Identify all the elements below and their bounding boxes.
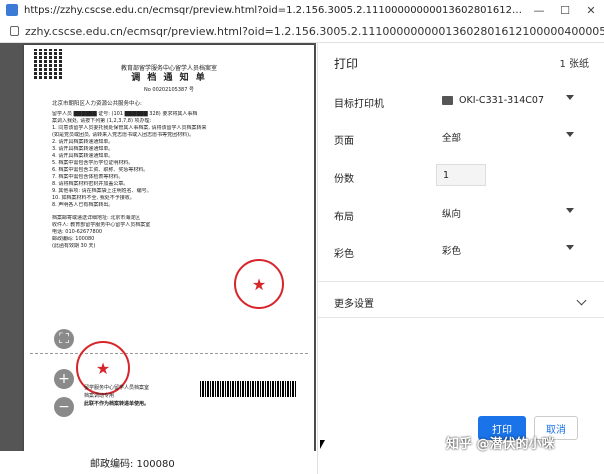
fit-to-page-button[interactable]: ⛶ — [54, 329, 74, 349]
body-line: 7. 档案中需包含体检表等材料。 — [52, 174, 124, 180]
body-line: 4. 请开具档案转递通知单。 — [52, 153, 114, 159]
body-line: 9. 其他事项: 请在档案袋上注明姓名、编号。 — [52, 188, 152, 194]
layout-select[interactable]: 纵向 — [436, 202, 580, 224]
color-value: 彩色 — [442, 246, 462, 257]
official-stamp: ★ — [234, 259, 284, 309]
contact-line: (此函有效期 30 天) — [52, 243, 96, 249]
body-line: 1. 同意该留学人员委托我处保管其人事档案, 请将该留学人员档案转来 — [52, 125, 207, 131]
footer-line: 档案调动专用 — [84, 393, 115, 399]
url-text[interactable]: zzhy.cscse.edu.cn/ecmsqr/preview.html?oi… — [25, 25, 604, 38]
document-title: 调 档 通 知 单 — [131, 73, 207, 83]
document-number: No 00202105387 号 — [144, 87, 194, 93]
body-line: (如是党员或团员, 请转来入党志愿书或入团志愿书等党团材料)。 — [52, 132, 195, 138]
watermark-text: 知乎 @潜伏的小咪 — [446, 437, 555, 452]
chevron-down-icon — [566, 95, 574, 100]
contact-line: 档案邮寄或递送详细地址: 北京市海淀区 — [52, 215, 141, 221]
document-addressee: 北京市朝阳区人力资源公共服务中心: — [52, 101, 142, 107]
chevron-down-icon — [566, 208, 574, 213]
contact-line: 邮政编码: 100080 — [52, 236, 95, 242]
body-line: 2. 请开具档案转递通知单。 — [52, 139, 114, 145]
contact-line: 收件人: 教育部留学服务中心留学人员档案室 — [52, 222, 151, 228]
body-line: 留学人员 ██████ 证号: (101 ██████ 328) 要求将其人事档 — [52, 111, 198, 117]
body-line: 5. 档案中需包含学历学位证明材料。 — [52, 160, 134, 166]
window-title: https://zzhy.cscse.edu.cn/ecmsqr/preview… — [24, 4, 526, 16]
pages-value: 全部 — [442, 133, 462, 144]
color-select[interactable]: 彩色 — [436, 239, 580, 261]
zoom-out-button[interactable]: − — [54, 397, 74, 417]
preview-area[interactable]: 教育部留学服务中心留学人员档案室 调 档 通 知 单 No 0020210538… — [0, 43, 316, 474]
pages-label: 页面 — [334, 136, 354, 147]
chevron-down-icon — [566, 132, 574, 137]
barcode-icon — [200, 381, 296, 397]
body-line: 案调入我处, 请按下列第 (1,2,3,7,8) 项办理: — [52, 118, 152, 124]
minimize-icon[interactable]: — — [526, 0, 552, 20]
print-settings-panel: 打印 1 张纸 目标打印机 OKI-C331-314C07 页面 全部 份数 1… — [317, 43, 604, 474]
divider — [318, 281, 604, 282]
document-body: 留学人员 ██████ 证号: (101 ██████ 328) 要求将其人事档… — [52, 111, 292, 250]
destination-value: OKI-C331-314C07 — [459, 94, 544, 106]
destination-label: 目标打印机 — [334, 99, 384, 110]
document-organization: 教育部留学服务中心留学人员档案室 — [120, 65, 217, 72]
copies-label: 份数 — [334, 174, 354, 185]
layout-label: 布局 — [334, 212, 354, 223]
print-preview-window: https://zzhy.cscse.edu.cn/ecmsqr/preview… — [0, 0, 604, 474]
layout-value: 纵向 — [442, 209, 462, 220]
body-line: 8. 请将档案材料密封并加盖公章。 — [52, 181, 129, 187]
chevron-down-icon[interactable] — [576, 295, 587, 306]
body-line: 10. 如档案材料不全, 我处不予接收。 — [52, 195, 135, 201]
zoom-in-button[interactable]: + — [54, 369, 74, 389]
mouse-cursor-icon — [320, 440, 325, 449]
divider — [318, 317, 604, 318]
color-label: 彩色 — [334, 249, 354, 260]
page-icon — [6, 4, 18, 16]
footer-line: 此联不作为档案转递单使用。 — [84, 401, 150, 407]
sheet-count: 1 张纸 — [559, 59, 589, 70]
cut-line — [30, 353, 308, 354]
copies-input[interactable]: 1 — [436, 164, 486, 186]
maximize-icon[interactable]: ☐ — [552, 0, 578, 20]
pages-select[interactable]: 全部 — [436, 126, 580, 148]
lock-icon — [10, 26, 19, 36]
footer-line: 留学服务中心留学人员档案室 — [84, 385, 150, 391]
close-icon[interactable]: ✕ — [578, 0, 604, 20]
background-page-text: 邮政编码: 100080 — [0, 451, 316, 474]
more-settings-toggle[interactable]: 更多设置 — [334, 295, 374, 310]
title-bar: https://zzhy.cscse.edu.cn/ecmsqr/preview… — [0, 0, 604, 21]
destination-select[interactable]: OKI-C331-314C07 — [436, 89, 580, 111]
printer-icon — [442, 95, 453, 105]
contact-line: 电话: 010-62677800 — [52, 229, 103, 235]
address-bar[interactable]: zzhy.cscse.edu.cn/ecmsqr/preview.html?oi… — [0, 20, 604, 43]
body-line: 8. 声明各人已有档案转出。 — [52, 202, 114, 208]
document-footer: 留学服务中心留学人员档案室 档案调动专用 此联不作为档案转递单使用。 — [84, 385, 204, 409]
body-line: 3. 请开具档案转递通知单。 — [52, 146, 114, 152]
chevron-down-icon — [566, 245, 574, 250]
panel-title: 打印 — [334, 57, 359, 71]
body-line: 6. 档案中需包含工资、职称、奖惩等材料。 — [52, 167, 149, 173]
